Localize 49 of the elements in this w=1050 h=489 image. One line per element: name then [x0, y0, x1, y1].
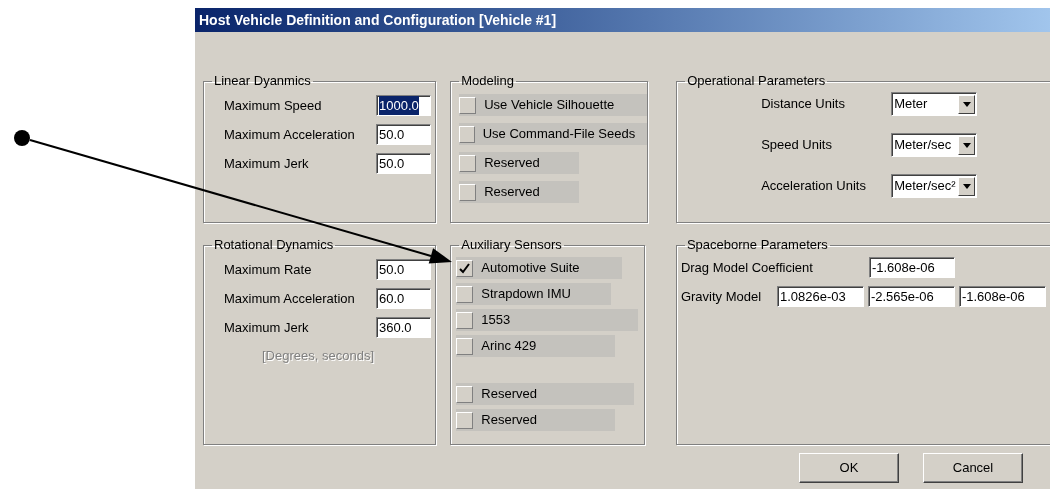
- text-field[interactable]: 50.0: [376, 259, 431, 280]
- group-title: Spaceborne Parameters: [685, 237, 829, 253]
- text-field[interactable]: 60.0: [376, 288, 431, 309]
- checkbox[interactable]: Use Command-File Seeds: [459, 123, 648, 145]
- checkbox[interactable]: Arinc 429: [456, 335, 616, 357]
- group-title: Linear Dyanmics: [213, 73, 312, 89]
- field-label: Speed Units: [761, 136, 833, 155]
- group-title: Auxiliary Sensors: [460, 237, 563, 253]
- group-title: Operational Parameters: [686, 73, 827, 89]
- field-label: Maximum Rate: [224, 260, 313, 279]
- dropdown[interactable]: Meter/sec²: [891, 174, 978, 198]
- dot-marker: [14, 130, 30, 146]
- dialog-button[interactable]: Cancel: [923, 453, 1023, 483]
- field-label: Maximum Acceleration: [224, 125, 356, 144]
- checkbox[interactable]: Reserved: [456, 409, 616, 431]
- units-note: [Degrees, seconds]: [261, 347, 374, 365]
- checkbox[interactable]: Reserved: [456, 383, 635, 405]
- field-label: Drag Model Coefficient: [680, 258, 814, 277]
- caret-icon: [962, 142, 971, 148]
- checkbox[interactable]: Automotive Suite: [456, 257, 623, 279]
- checkbox[interactable]: Use Vehicle Silhouette: [459, 94, 648, 116]
- text-field[interactable]: -2.565e-06: [867, 286, 955, 307]
- group-title: Rotational Dynamics: [213, 237, 335, 253]
- text-field[interactable]: 1.0826e-03: [776, 286, 864, 307]
- text-field[interactable]: 1000.0: [376, 95, 431, 116]
- field-label: Distance Units: [761, 95, 846, 114]
- caret-icon: [962, 101, 971, 107]
- dropdown[interactable]: Meter: [891, 92, 978, 116]
- dropdown[interactable]: Meter/sec: [891, 133, 978, 157]
- field-label: Gravity Model: [680, 287, 763, 306]
- field-label: Acceleration Units: [761, 177, 867, 196]
- checkbox[interactable]: Reserved: [459, 181, 580, 203]
- field-label: Maximum Acceleration: [224, 289, 356, 308]
- caret-icon: [962, 183, 971, 189]
- field-label: Maximum Jerk: [224, 318, 310, 337]
- checkbox[interactable]: Strapdown IMU: [456, 283, 612, 305]
- window-title: Host Vehicle Definition and Configuration [Vehicle #1]: [195, 8, 1050, 32]
- text-field[interactable]: 50.0: [376, 153, 431, 174]
- checkbox[interactable]: Reserved: [459, 152, 580, 174]
- text-field[interactable]: -1.608e-06: [958, 286, 1046, 307]
- check-icon: [459, 262, 471, 274]
- checkbox[interactable]: 1553: [456, 309, 639, 331]
- field-label: Maximum Jerk: [224, 154, 310, 173]
- dialog-button[interactable]: OK: [799, 453, 899, 483]
- group-title: Modeling: [460, 73, 515, 89]
- text-field[interactable]: -1.608e-06: [868, 257, 955, 278]
- field-label: Maximum Speed: [224, 96, 323, 115]
- text-field[interactable]: 360.0: [376, 317, 431, 338]
- text-field[interactable]: 50.0: [376, 124, 431, 145]
